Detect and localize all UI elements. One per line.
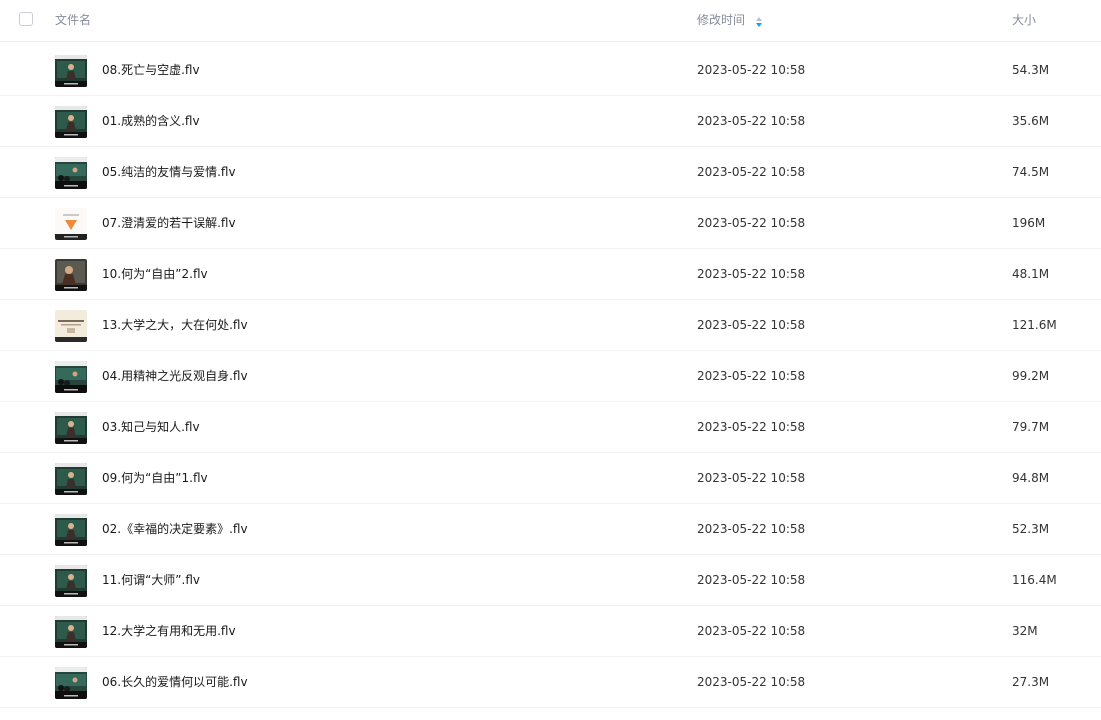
file-name[interactable]: 02.《幸福的决定要素》.flv <box>102 521 248 537</box>
file-row[interactable]: 01.成熟的含义.flv 2023-05-22 10:58 35.6M <box>0 96 1101 147</box>
file-name[interactable]: 04.用精神之光反观自身.flv <box>102 368 248 384</box>
file-size: 35.6M <box>1012 114 1050 128</box>
file-modified-time: 2023-05-22 10:58 <box>697 267 806 281</box>
file-size: 94.8M <box>1012 471 1050 485</box>
column-header-size[interactable]: 大小 <box>1012 13 1036 27</box>
file-modified-time: 2023-05-22 10:58 <box>697 624 806 638</box>
file-size: 196M <box>1012 216 1046 230</box>
file-size: 79.7M <box>1012 420 1050 434</box>
video-thumbnail <box>55 514 87 546</box>
file-name[interactable]: 05.纯洁的友情与爱情.flv <box>102 164 236 180</box>
file-list: 文件名 修改时间 大小 08.死亡与空虚.flv 2023-05-22 10:5… <box>0 0 1101 720</box>
file-modified-time: 2023-05-22 10:58 <box>697 522 806 536</box>
file-name[interactable]: 08.死亡与空虚.flv <box>102 62 200 78</box>
file-name[interactable]: 07.澄清爱的若干误解.flv <box>102 215 236 231</box>
file-row[interactable]: 02.《幸福的决定要素》.flv 2023-05-22 10:58 52.3M <box>0 504 1101 555</box>
file-row[interactable]: 04.用精神之光反观自身.flv 2023-05-22 10:58 99.2M <box>0 351 1101 402</box>
file-size: 32M <box>1012 624 1038 638</box>
video-thumbnail <box>55 361 87 393</box>
file-row[interactable]: 13.大学之大，大在何处.flv 2023-05-22 10:58 121.6M <box>0 300 1101 351</box>
file-name[interactable]: 11.何谓“大师”.flv <box>102 572 200 588</box>
file-row[interactable]: 03.知己与知人.flv 2023-05-22 10:58 79.7M <box>0 402 1101 453</box>
file-modified-time: 2023-05-22 10:58 <box>697 369 806 383</box>
file-modified-time: 2023-05-22 10:58 <box>697 114 806 128</box>
video-thumbnail <box>55 463 87 495</box>
file-name[interactable]: 12.大学之有用和无用.flv <box>102 623 236 639</box>
video-thumbnail <box>55 208 87 240</box>
video-thumbnail <box>55 616 87 648</box>
file-row[interactable]: 06.长久的爱情何以可能.flv 2023-05-22 10:58 27.3M <box>0 657 1101 708</box>
file-modified-time: 2023-05-22 10:58 <box>697 318 806 332</box>
file-size: 121.6M <box>1012 318 1057 332</box>
video-thumbnail <box>55 310 87 342</box>
file-modified-time: 2023-05-22 10:58 <box>697 63 806 77</box>
file-row[interactable]: 08.死亡与空虚.flv 2023-05-22 10:58 54.3M <box>0 45 1101 96</box>
file-rows: 08.死亡与空虚.flv 2023-05-22 10:58 54.3M 01.成… <box>0 45 1101 708</box>
file-size: 27.3M <box>1012 675 1050 689</box>
file-modified-time: 2023-05-22 10:58 <box>697 471 806 485</box>
file-row[interactable]: 09.何为“自由”1.flv 2023-05-22 10:58 94.8M <box>0 453 1101 504</box>
file-name[interactable]: 09.何为“自由”1.flv <box>102 470 208 486</box>
file-modified-time: 2023-05-22 10:58 <box>697 216 806 230</box>
file-row[interactable]: 11.何谓“大师”.flv 2023-05-22 10:58 116.4M <box>0 555 1101 606</box>
file-name[interactable]: 01.成熟的含义.flv <box>102 113 200 129</box>
video-thumbnail <box>55 106 87 138</box>
file-name[interactable]: 06.长久的爱情何以可能.flv <box>102 674 248 690</box>
sort-descending-icon[interactable] <box>755 13 763 27</box>
video-thumbnail <box>55 55 87 87</box>
file-modified-time: 2023-05-22 10:58 <box>697 165 806 179</box>
file-name[interactable]: 03.知己与知人.flv <box>102 419 200 435</box>
video-thumbnail <box>55 565 87 597</box>
file-size: 99.2M <box>1012 369 1050 383</box>
file-modified-time: 2023-05-22 10:58 <box>697 420 806 434</box>
file-modified-time: 2023-05-22 10:58 <box>697 675 806 689</box>
file-size: 74.5M <box>1012 165 1050 179</box>
file-name[interactable]: 13.大学之大，大在何处.flv <box>102 317 248 333</box>
video-thumbnail <box>55 412 87 444</box>
column-header-modified-time[interactable]: 修改时间 <box>697 13 745 27</box>
file-size: 48.1M <box>1012 267 1050 281</box>
video-thumbnail <box>55 259 87 291</box>
select-all-checkbox[interactable] <box>19 12 33 26</box>
column-header-name[interactable]: 文件名 <box>55 13 91 27</box>
file-row[interactable]: 07.澄清爱的若干误解.flv 2023-05-22 10:58 196M <box>0 198 1101 249</box>
file-row[interactable]: 10.何为“自由”2.flv 2023-05-22 10:58 48.1M <box>0 249 1101 300</box>
video-thumbnail <box>55 157 87 189</box>
file-size: 52.3M <box>1012 522 1050 536</box>
file-row[interactable]: 05.纯洁的友情与爱情.flv 2023-05-22 10:58 74.5M <box>0 147 1101 198</box>
file-name[interactable]: 10.何为“自由”2.flv <box>102 266 208 282</box>
file-modified-time: 2023-05-22 10:58 <box>697 573 806 587</box>
file-size: 54.3M <box>1012 63 1050 77</box>
video-thumbnail <box>55 667 87 699</box>
list-header: 文件名 修改时间 大小 <box>0 0 1101 42</box>
file-row[interactable]: 12.大学之有用和无用.flv 2023-05-22 10:58 32M <box>0 606 1101 657</box>
file-size: 116.4M <box>1012 573 1057 587</box>
